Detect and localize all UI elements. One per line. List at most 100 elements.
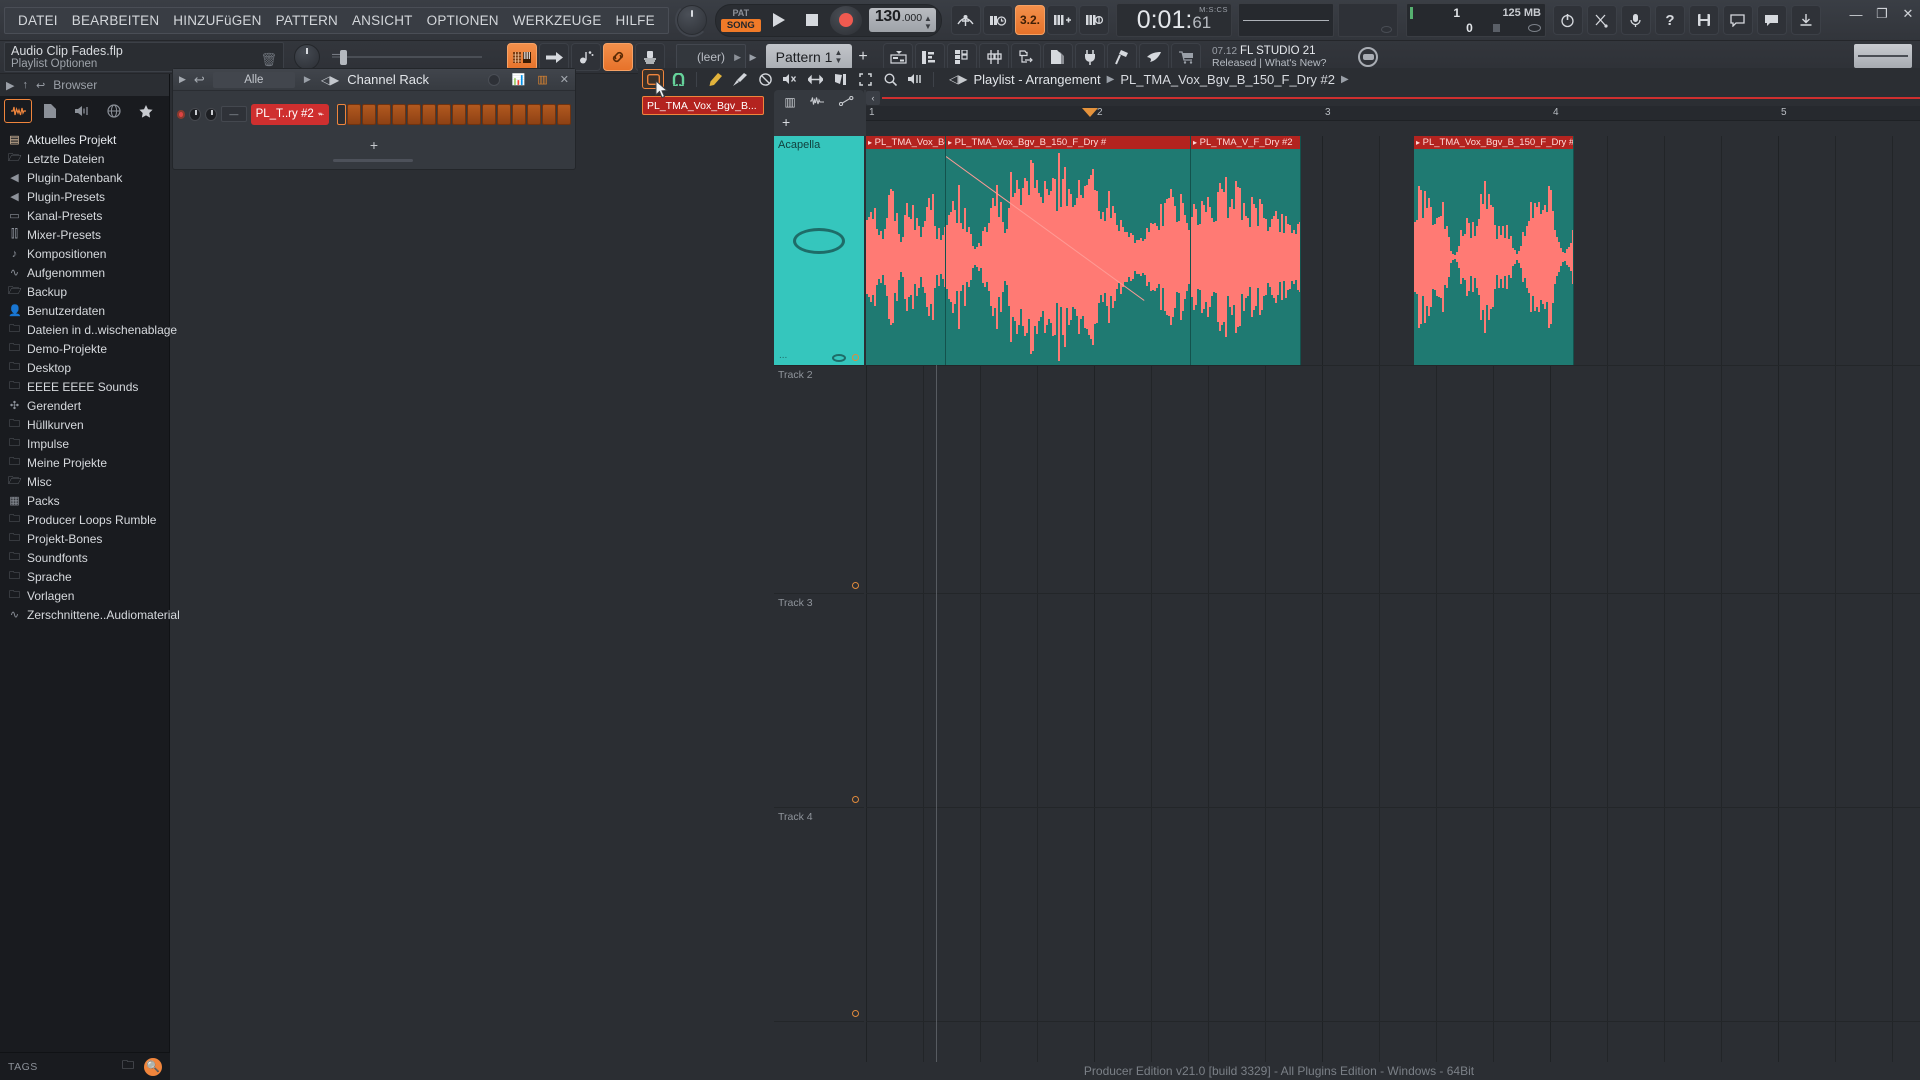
- browser-item-aktuelles-projekt[interactable]: ▤ Aktuelles Projekt: [0, 130, 169, 149]
- time-display[interactable]: 0:01:61 M:S:CS: [1115, 3, 1232, 37]
- automation-icon[interactable]: [838, 95, 854, 109]
- track-header-3[interactable]: Track 3: [774, 594, 864, 808]
- browser-tab-plugins[interactable]: [68, 99, 96, 123]
- browser-item-sprache[interactable]: 🗀 Sprache: [0, 567, 169, 586]
- pattern-spinner-icon[interactable]: ▲ ▼: [834, 49, 842, 65]
- slip-tool-button[interactable]: [829, 69, 851, 89]
- close-button[interactable]: ✕: [1900, 6, 1916, 22]
- shortcuts-button[interactable]: [1586, 5, 1617, 35]
- browser-search-icon[interactable]: 🔍: [144, 1057, 162, 1076]
- info-button[interactable]: [1722, 5, 1753, 35]
- browser-item-misc[interactable]: 🗁 Misc: [0, 472, 169, 491]
- browser-item-backup[interactable]: 🗁 Backup: [0, 282, 169, 301]
- menu-item-pattern[interactable]: PATTERN: [269, 8, 345, 33]
- browser-item-gerendert[interactable]: ✣ Gerendert: [0, 396, 169, 415]
- browser-item-zerschnittene-audiomaterial[interactable]: ∿ Zerschnittene..Audiomaterial: [0, 605, 180, 624]
- note-tool-button[interactable]: [571, 43, 601, 71]
- mixer-window-button[interactable]: [979, 43, 1009, 71]
- browser-item-kompositionen[interactable]: ♪ Kompositionen: [0, 244, 169, 263]
- master-volume-knob[interactable]: [674, 3, 709, 37]
- timeline-bar-numbers[interactable]: 12345678910: [866, 106, 1920, 121]
- slide-tool-button[interactable]: [804, 69, 826, 89]
- add-channel-button[interactable]: +: [173, 137, 575, 153]
- browser-back-icon[interactable]: ↩: [36, 79, 45, 92]
- globe-icon[interactable]: [1358, 47, 1378, 67]
- menu-item-werkzeuge[interactable]: WERKZEUGE: [506, 8, 609, 33]
- step-button[interactable]: [346, 103, 361, 125]
- track-header-2[interactable]: Track 2: [774, 366, 864, 594]
- waveform-icon[interactable]: [809, 95, 825, 109]
- channel-pan-knob[interactable]: [189, 107, 202, 121]
- tempo-display[interactable]: 130 .000 ▲ ▼: [868, 8, 936, 32]
- time-snap-button[interactable]: [982, 5, 1013, 35]
- rack-chart-icon[interactable]: 📊: [512, 73, 526, 86]
- step-button[interactable]: [451, 103, 466, 125]
- browser-button[interactable]: [1011, 43, 1041, 71]
- browser-item-benutzerdaten[interactable]: 👤 Benutzerdaten: [0, 301, 169, 320]
- select-tool-button[interactable]: [854, 69, 876, 89]
- rack-grid-icon[interactable]: ▥: [537, 73, 547, 86]
- timeline-ruler[interactable]: ‹ 12345678910: [866, 90, 1920, 136]
- browser-item-producer-loops-rumble[interactable]: 🗀 Producer Loops Rumble: [0, 510, 169, 529]
- maximize-button[interactable]: ❐: [1874, 6, 1890, 22]
- mute-tool-button[interactable]: [779, 69, 801, 89]
- playback-tool-button[interactable]: [904, 69, 926, 89]
- channel-filter[interactable]: Alle ▶: [212, 71, 311, 88]
- playlist-window-button[interactable]: [883, 43, 913, 71]
- record-button[interactable]: [829, 5, 862, 35]
- menu-item-bearbeiten[interactable]: BEARBEITEN: [65, 8, 167, 33]
- step-button[interactable]: [391, 103, 406, 125]
- browser-item-aufgenommen[interactable]: ∿ Aufgenommen: [0, 263, 169, 282]
- pattern-selector[interactable]: Pattern 1 ▲ ▼: [766, 44, 852, 70]
- minimize-button[interactable]: —: [1848, 7, 1864, 22]
- shop-button[interactable]: [1171, 43, 1201, 71]
- draw-tool-button[interactable]: [642, 69, 664, 89]
- step-button[interactable]: [466, 103, 481, 125]
- browser-item-letzte-dateien[interactable]: 🗁 Letzte Dateien: [0, 149, 169, 168]
- audio-clip[interactable]: ▸ PL_TMA_Vox_Bgv_B_150_F_Dry #2: [1414, 136, 1574, 365]
- add-track-button[interactable]: +: [782, 114, 790, 130]
- master-slider[interactable]: —: [332, 46, 482, 68]
- browser-item-impulse[interactable]: 🗀 Impulse: [0, 434, 169, 453]
- step-button[interactable]: [496, 103, 511, 125]
- channel-target-mixer[interactable]: —: [221, 106, 247, 122]
- audio-clip[interactable]: ▸ PL_TMA_Vox_Bgv_B_150_F_Dry #: [946, 136, 1191, 365]
- track-header-1[interactable]: Acapella...: [774, 136, 864, 366]
- source-clip-chip[interactable]: PL_TMA_Vox_Bgv_B...: [642, 96, 764, 115]
- channel-volume-knob[interactable]: [205, 107, 218, 121]
- browser-item-soundfonts[interactable]: 🗀 Soundfonts: [0, 548, 169, 567]
- browser-forward-icon[interactable]: ▶: [6, 79, 14, 92]
- pattern-song-switch[interactable]: PAT SONG: [720, 6, 761, 35]
- step-button[interactable]: [481, 103, 496, 125]
- browser-item-plugin-presets[interactable]: ◀ Plugin-Presets: [0, 187, 169, 206]
- slider-handle[interactable]: [340, 49, 347, 65]
- export-button[interactable]: [1139, 43, 1169, 71]
- browser-item-meine-projekte[interactable]: 🗀 Meine Projekte: [0, 453, 169, 472]
- chevron-right-icon[interactable]: ▶: [304, 74, 311, 85]
- rack-forward-icon[interactable]: ▶: [179, 74, 186, 85]
- browser-up-icon[interactable]: ↑: [22, 79, 28, 91]
- trash-icon[interactable]: 🗑: [260, 52, 277, 68]
- audio-clip[interactable]: ▸ PL_TMA_Vox_Be: [866, 136, 946, 365]
- tempo-spinner-icon[interactable]: ▲ ▼: [924, 15, 932, 31]
- channel-rack-scrollbar[interactable]: [333, 159, 413, 162]
- browser-item-kanal-presets[interactable]: ▭ Kanal-Presets: [0, 206, 169, 225]
- download-button[interactable]: [1790, 5, 1821, 35]
- browser-item-mixer-presets[interactable]: ⫿⫿ Mixer-Presets: [0, 225, 169, 244]
- track-header-4[interactable]: Track 4: [774, 808, 864, 1022]
- step-button[interactable]: [421, 103, 436, 125]
- browser-tab-waveform[interactable]: [4, 99, 32, 123]
- step-button[interactable]: [511, 103, 526, 125]
- version-info[interactable]: 07.12 FL STUDIO 21 Released | What's New…: [1212, 43, 1352, 71]
- rack-close-icon[interactable]: ✕: [560, 73, 569, 86]
- browser-tab-files[interactable]: [36, 99, 64, 123]
- playhead-marker[interactable]: [1082, 108, 1098, 117]
- track-record-dot[interactable]: [852, 354, 859, 361]
- step-button[interactable]: [436, 103, 451, 125]
- play-button[interactable]: [764, 6, 794, 35]
- add-step-button[interactable]: [1046, 5, 1077, 35]
- step-sequencer-button[interactable]: [507, 43, 537, 71]
- menu-item-datei[interactable]: DATEI: [11, 8, 65, 33]
- browser-item-eeee-eeee-sounds[interactable]: 🗀 EEEE EEEE Sounds: [0, 377, 169, 396]
- microphone-button[interactable]: [1620, 5, 1651, 35]
